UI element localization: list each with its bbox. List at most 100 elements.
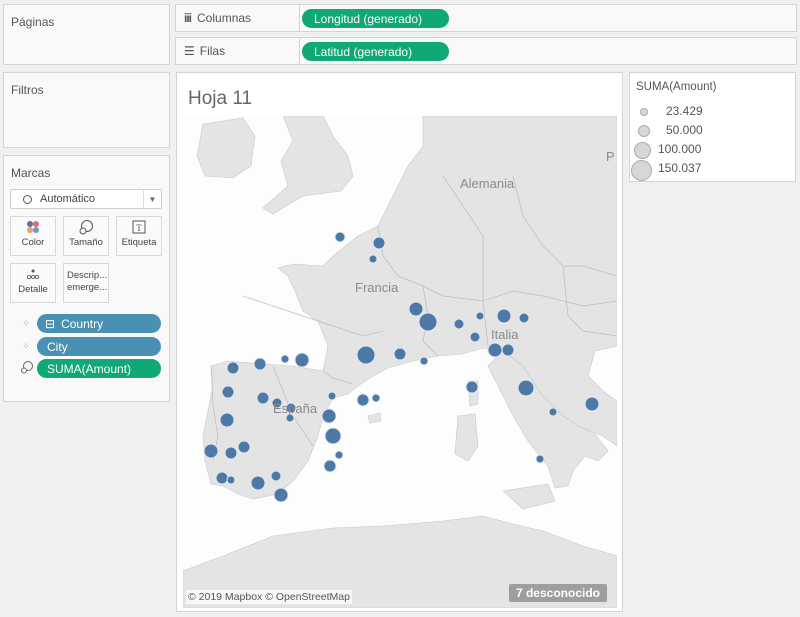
city-mark[interactable] — [371, 393, 381, 403]
city-mark[interactable] — [294, 352, 310, 368]
city-mark[interactable] — [219, 412, 235, 428]
map-attribution[interactable]: © 2019 Mapbox © OpenStreetMap — [186, 590, 352, 604]
size-icon — [64, 217, 108, 237]
city-mark[interactable] — [253, 357, 267, 371]
city-mark[interactable] — [250, 475, 266, 491]
columns-shelf[interactable]: iii Columnas Longitud (generado) — [175, 4, 797, 32]
land-balearics — [367, 412, 382, 424]
country-pill[interactable]: ⊟ Country — [37, 314, 161, 333]
label-italy: Italia — [491, 327, 519, 342]
pages-panel: Páginas — [3, 4, 170, 65]
city-mark[interactable] — [501, 343, 515, 357]
legend-size-circle — [631, 160, 652, 181]
color-button[interactable]: Color — [10, 216, 56, 256]
city-mark[interactable] — [372, 236, 386, 250]
city-mark[interactable] — [327, 391, 337, 401]
legend-item: 100.000 — [630, 142, 795, 160]
rows-icon: ☰ — [184, 44, 195, 58]
tooltip-icon: Descrip... emerge... — [67, 270, 108, 293]
city-mark[interactable] — [453, 318, 465, 330]
longitude-pill[interactable]: Longitud (generado) — [302, 9, 449, 28]
city-mark[interactable] — [323, 459, 337, 473]
city-mark[interactable] — [273, 487, 289, 503]
city-mark[interactable] — [548, 407, 558, 417]
city-mark[interactable] — [356, 393, 370, 407]
filters-panel[interactable]: Filtros — [3, 72, 170, 148]
city-mark[interactable] — [368, 254, 378, 264]
city-mark[interactable] — [518, 312, 530, 324]
city-mark[interactable] — [487, 342, 503, 358]
amount-field-row[interactable]: SUMA(Amount) — [15, 359, 161, 378]
marks-title: Marcas — [11, 166, 51, 180]
svg-text:T: T — [136, 223, 142, 233]
city-mark[interactable] — [226, 475, 236, 485]
city-mark[interactable] — [496, 308, 512, 324]
columns-icon: iii — [184, 11, 192, 25]
city-mark[interactable] — [256, 391, 270, 405]
unknown-locations-badge[interactable]: 7 desconocido — [508, 584, 607, 602]
filters-title: Filtros — [11, 83, 44, 97]
rows-shelf[interactable]: ☰ Filas Latitud (generado) — [175, 37, 797, 65]
city-mark[interactable] — [224, 446, 238, 460]
city-mark[interactable] — [418, 312, 438, 332]
city-mark[interactable] — [215, 471, 229, 485]
land-britain — [262, 116, 354, 215]
city-mark[interactable] — [334, 231, 346, 243]
chevron-down-icon[interactable]: ▼ — [143, 190, 161, 208]
legend-item: 50.000 — [630, 123, 795, 141]
city-mark[interactable] — [203, 443, 219, 459]
city-mark[interactable] — [226, 361, 240, 375]
map-canvas[interactable] — [183, 116, 617, 608]
legend-size-circle — [640, 108, 648, 116]
city-mark[interactable] — [517, 379, 535, 397]
land-ireland — [196, 117, 256, 179]
mark-type-dropdown[interactable]: Automático ▼ — [10, 189, 162, 209]
latitude-pill[interactable]: Latitud (generado) — [302, 42, 449, 61]
legend-size-circle — [634, 142, 651, 159]
city-mark[interactable] — [270, 470, 282, 482]
city-mark[interactable] — [321, 408, 337, 424]
sheet-view: Hoja 11 Alemania Francia Italia España P… — [176, 72, 623, 612]
city-field-row[interactable]: ⁘ City — [15, 337, 161, 356]
city-mark[interactable] — [237, 440, 251, 454]
collapse-icon[interactable]: ⊟ — [45, 317, 55, 331]
legend-item: 23.429 — [630, 104, 795, 122]
city-mark[interactable] — [280, 354, 290, 364]
circle-mark-icon — [23, 194, 32, 204]
city-mark[interactable] — [324, 427, 342, 445]
legend-item: 150.037 — [630, 160, 795, 181]
label-germany: Alemania — [460, 176, 515, 191]
amount-pill[interactable]: SUMA(Amount) — [37, 359, 161, 378]
city-mark[interactable] — [584, 396, 600, 412]
detail-button[interactable]: Detalle — [10, 263, 56, 303]
country-field-row[interactable]: ⁘ ⊟ Country — [15, 314, 161, 333]
city-mark[interactable] — [356, 345, 376, 365]
label-poland-partial: P — [606, 149, 615, 164]
label-button[interactable]: T Etiqueta — [116, 216, 162, 256]
city-mark[interactable] — [393, 347, 407, 361]
city-pill[interactable]: City — [37, 337, 161, 356]
detail-icon — [11, 264, 55, 284]
tooltip-button[interactable]: Descrip... emerge... — [63, 263, 109, 303]
rows-label: Filas — [199, 44, 226, 58]
pages-title: Páginas — [11, 15, 55, 29]
detail-icon: ⁘ — [22, 318, 30, 328]
city-mark[interactable] — [465, 380, 479, 394]
land-sardinia — [454, 413, 479, 462]
map[interactable]: Alemania Francia Italia España P © 2019 … — [183, 116, 617, 608]
city-mark[interactable] — [408, 301, 424, 317]
size-button[interactable]: Tamaño — [63, 216, 109, 256]
city-mark[interactable] — [334, 450, 344, 460]
city-mark[interactable] — [221, 385, 235, 399]
city-mark[interactable] — [469, 331, 481, 343]
columns-label: Columnas — [197, 11, 252, 25]
city-mark[interactable] — [475, 311, 485, 321]
size-legend: SUMA(Amount) 23.429 50.000 100.000 150.0… — [629, 72, 796, 182]
city-mark[interactable] — [419, 356, 429, 366]
legend-title: SUMA(Amount) — [636, 81, 717, 93]
label-france: Francia — [355, 280, 399, 295]
legend-size-circle — [638, 125, 650, 137]
label-icon: T — [117, 217, 161, 237]
city-mark[interactable] — [535, 454, 545, 464]
mark-type-value: Automático — [40, 193, 96, 205]
